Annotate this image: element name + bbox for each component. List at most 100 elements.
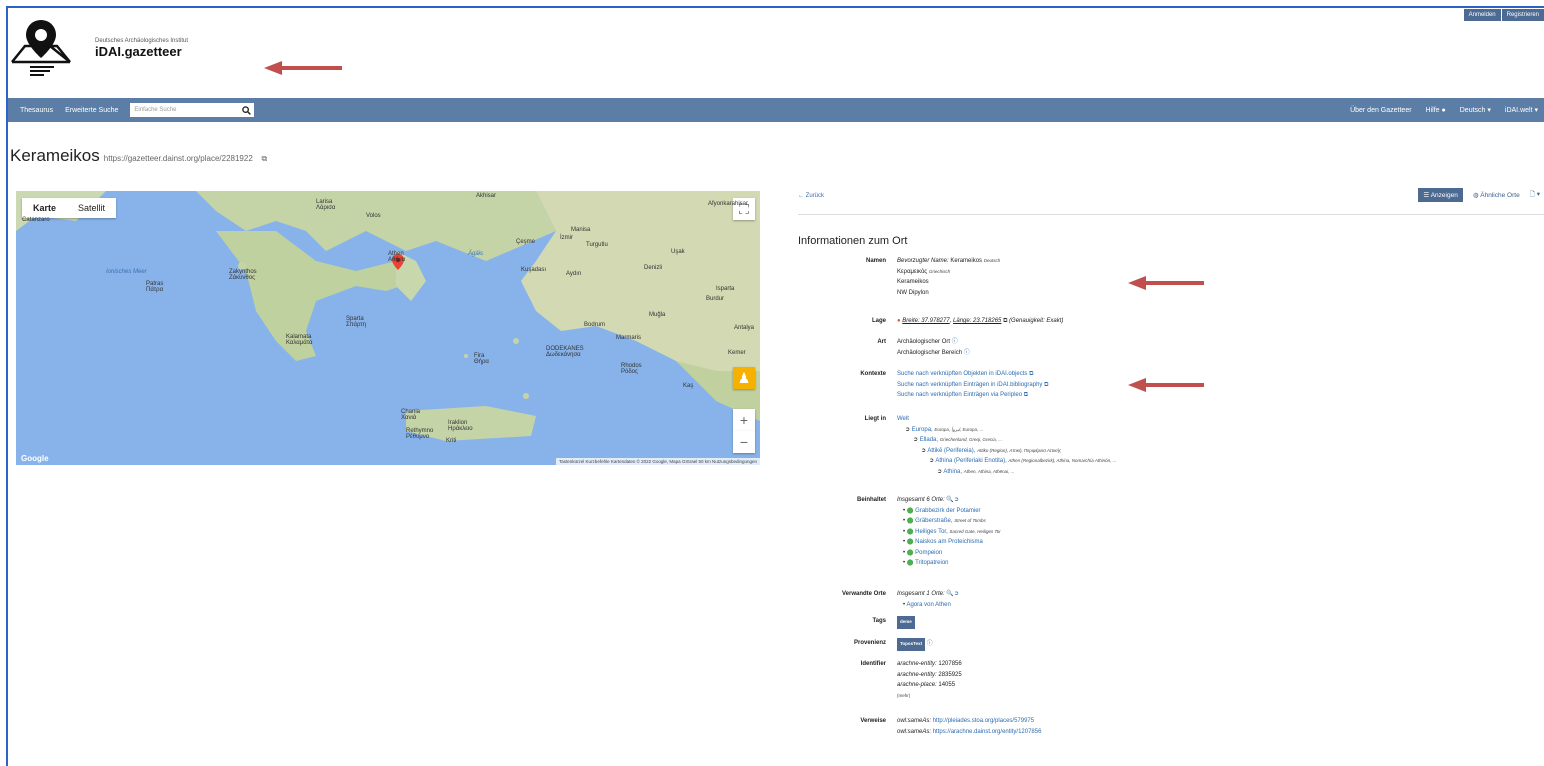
map-place-label: Rethymno Ρέθυμνο [406,428,434,440]
map-place-label: Turgutlu [586,242,608,248]
map-terrain [16,191,760,441]
similar-places-button[interactable]: ◍ Ähnliche Orte [1473,191,1520,199]
provenance-value: ToposText ⓘ [897,638,933,651]
page-title: Kerameikos https://gazetteer.dainst.org/p… [10,146,267,166]
map-tab-karte[interactable]: Karte [22,198,67,218]
show-button-label: Anzeigen [1430,192,1458,199]
identifier-value: 1207856 [938,661,962,667]
context-row: Suche nach verknüpften Einträgen in iDAI… [897,380,1048,391]
identifier-value: 2835925 [938,671,962,678]
map-place-label: Çeşme [516,239,536,245]
zoom-out-button[interactable]: − [733,431,755,453]
references-values: owl:sameAs: http://pleiades.stoa.org/pla… [897,716,1041,737]
hierarchy-item: ➲ Ellada, Griechenland, Greqi, Grecia, .… [897,435,1116,446]
nav-advanced-search[interactable]: Erweiterte Suche [65,107,118,114]
info-icon[interactable]: ⓘ [927,641,933,647]
search-icon[interactable]: 🔍 [946,497,953,503]
map-place-label: Sparta Σπάρτη [346,316,366,328]
export-dropdown[interactable]: 🗋 ▾ [1530,190,1540,201]
contained-place-link[interactable]: Gräberstraße, [915,518,952,524]
arrow-circle-right-icon[interactable]: ➲ [954,497,959,503]
nav-help[interactable]: Hilfe ● [1426,107,1446,114]
hierarchy-link[interactable]: Ellada, [920,437,938,443]
name-text: Κεραμεικός [897,268,928,275]
identifier-row: arachne-entity: 1207856 [897,659,962,670]
arrow-circle-right-icon[interactable]: ➲ [954,591,959,597]
location-lat[interactable]: Breite: 37.978277 [902,318,949,324]
provenance-badge[interactable]: ToposText [897,638,926,651]
gazetteer-logo-icon[interactable] [10,16,72,78]
map[interactable]: Karte Satellit ⛶ ♟ + − Catanzaro Larisa Λ… [16,191,760,465]
hierarchy-alt-names: Athen, Athina, Athēnai, ... [963,468,1015,474]
external-link-icon[interactable]: ⧉ [1003,318,1007,324]
more-link[interactable]: (mehr) [897,693,910,698]
name-text: NW Dipylon [897,289,929,296]
green-marker-icon: ⬤ [906,528,914,535]
search-input[interactable]: Einfache Suche [130,103,239,117]
app-name[interactable]: iDAI.gazetteer [95,44,182,59]
context-label: Kontexte [860,371,886,377]
external-link-icon[interactable]: ⧉ [262,154,268,163]
map-place-label: Patras Πάτρα [146,281,164,293]
references-label: Verweise [860,718,886,724]
nav-world[interactable]: iDAI.welt ▾ [1505,106,1538,114]
map-marker-icon: ● [897,318,901,324]
location-label: Lage [871,318,886,324]
search-icon[interactable]: 🔍 [946,591,953,597]
register-button[interactable]: Registrieren [1501,9,1544,21]
contained-place-link[interactable]: Pompeion [915,550,942,556]
auth-links: Anmelden Registrieren [1463,9,1544,21]
map-attribution[interactable]: Tastenkürzel Kurzbefehle Kartendaten © 2… [556,458,760,465]
hierarchy-link[interactable]: Welt [897,416,909,422]
contained-place-link[interactable]: Tritopatreion [915,560,948,566]
reference-row: owl:sameAs: https://arachne.dainst.org/e… [897,727,1041,738]
nav-language[interactable]: Deutsch ▾ [1460,106,1491,114]
arrow-circle-right-icon: ➲ [905,426,911,433]
info-icon[interactable]: ⓘ [964,350,970,356]
tag-badge[interactable]: deme [897,616,915,629]
contained-place-link[interactable]: Heiliges Tor, [915,529,948,535]
reference-link[interactable]: https://arachne.dainst.org/entity/120785… [933,729,1042,735]
hierarchy-link[interactable]: Athina, [943,469,962,475]
show-button[interactable]: ☰ Anzeigen [1418,188,1463,202]
location-lon[interactable]: Länge: 23.718265 [953,318,1001,324]
hierarchy-link[interactable]: Athina (Periferiaki Enotita), [935,458,1006,464]
zoom-in-button[interactable]: + [733,409,755,431]
map-place-label: Volos [366,213,381,219]
hierarchy-link[interactable]: Attikē (Perifereia), [927,448,975,454]
nav-thesaurus[interactable]: Thesaurus [20,107,53,114]
location-precision: (Genauigkeit: Exakt) [1009,318,1064,324]
related-place-link[interactable]: Agora von Athen [906,602,950,608]
context-link-peripleo[interactable]: Suche nach verknüpften Einträgen via Per… [897,392,1022,398]
reference-link[interactable]: http://pleiades.stoa.org/places/579975 [933,718,1034,724]
place-title: Kerameikos [10,146,100,165]
google-logo: Google [21,454,49,463]
external-link-icon[interactable]: ⧉ [1024,392,1028,398]
nav-about[interactable]: Über den Gazetteer [1350,107,1411,114]
green-marker-icon: ⬤ [906,539,914,545]
map-place-label: Iraklion Ηράκλειο [448,420,473,432]
name-lang: Griechisch [928,268,951,274]
back-link[interactable]: ← Zurück [798,193,824,199]
external-link-icon[interactable]: ⧉ [1044,382,1048,388]
login-button[interactable]: Anmelden [1463,9,1501,21]
map-place-label: Chania Χανιά [401,409,421,421]
info-icon[interactable]: ⓘ [952,339,958,345]
map-place-label: DODEKANES Δωδεκάνησα [546,346,584,358]
hierarchy-item: ➲ Athina (Periferiaki Enotita), Athen (R… [897,456,1116,467]
street-view-pegman-icon[interactable]: ♟ [733,367,755,389]
name-text: Kerameikos [950,258,983,264]
place-url[interactable]: https://gazetteer.dainst.org/place/22819… [104,154,253,163]
contained-place-link[interactable]: Grabbezirk der Potamier [915,508,980,514]
arrow-circle-right-icon: ➲ [913,437,919,443]
hierarchy-link[interactable]: Europa, [912,427,933,433]
contains-list: Insgesamt 6 Orte: 🔍➲ • ⬤ Grabbezirk der … [897,495,1001,569]
contained-place-link[interactable]: Naiskos am Proteichisma [915,539,983,545]
name-row: Kerameikos [897,277,1000,288]
context-link-bibliography[interactable]: Suche nach verknüpften Einträgen in iDAI… [897,382,1042,388]
external-link-icon[interactable]: ⧉ [1029,371,1033,377]
search-icon[interactable] [238,103,255,117]
map-place-label: Akhisar [476,193,497,199]
context-link-objects[interactable]: Suche nach verknüpften Objekten in iDAI.… [897,371,1027,377]
map-tab-satellit[interactable]: Satellit [67,198,116,218]
